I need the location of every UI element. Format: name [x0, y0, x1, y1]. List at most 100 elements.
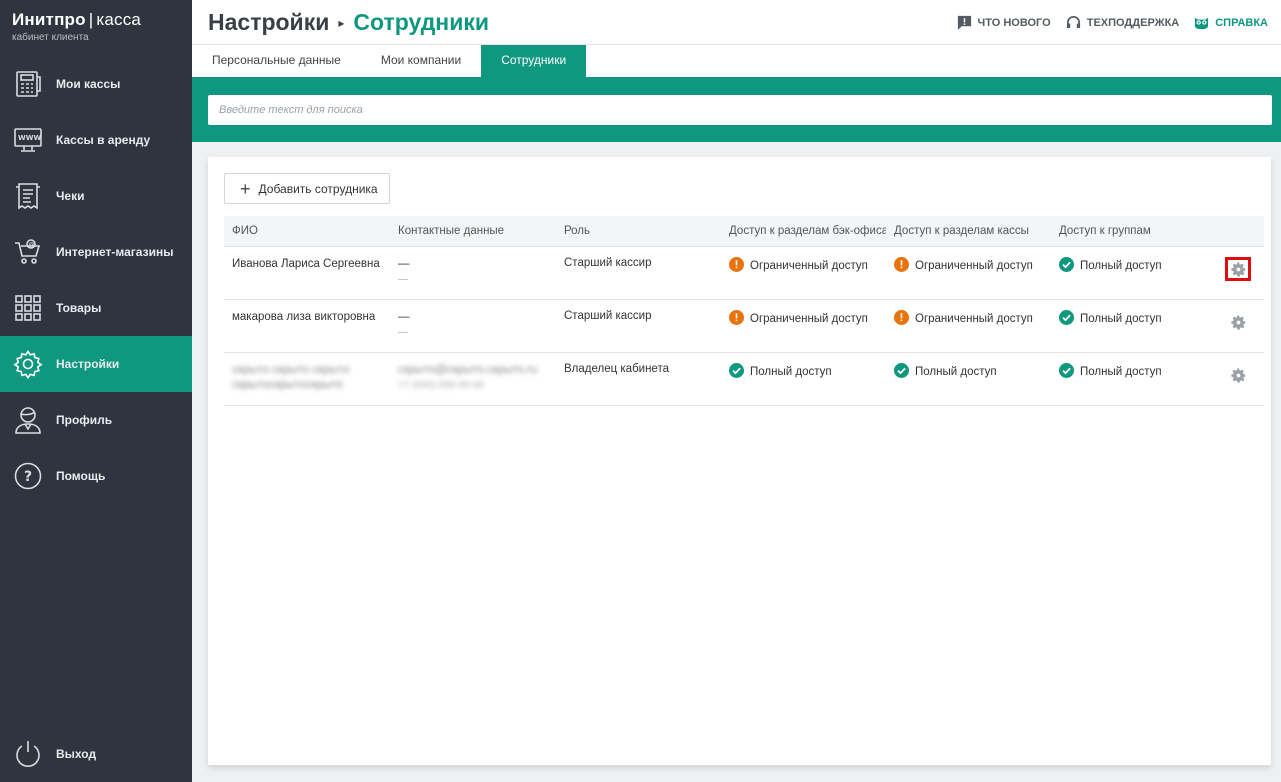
- www-monitor-icon: WWW: [12, 124, 44, 156]
- backoffice-access: Полный доступ: [721, 363, 886, 405]
- page-title: Сотрудники: [353, 9, 489, 35]
- breadcrumb: Настройки ▸ Сотрудники: [208, 9, 489, 36]
- question-icon: ?: [12, 460, 44, 492]
- warning-icon: [729, 310, 744, 325]
- grid-icon: [12, 292, 44, 324]
- employee-contact-secondary: —: [398, 327, 408, 338]
- sidebar-item-profile[interactable]: Профиль: [0, 392, 192, 448]
- brand[interactable]: Инитпро | касса кабинет клиента: [0, 0, 192, 56]
- svg-text:WWW: WWW: [18, 134, 41, 142]
- kassa-access: Ограниченный доступ: [886, 310, 1051, 352]
- gear-icon: [1230, 261, 1245, 277]
- sidebar-item-label: Кассы в аренду: [56, 133, 151, 147]
- employee-contact-secondary: —: [398, 274, 408, 285]
- support-label: ТЕХПОДДЕРЖКА: [1086, 16, 1180, 29]
- search-input[interactable]: [208, 95, 1272, 125]
- employee-role: Владелец кабинета: [564, 363, 669, 375]
- access-label: Полный доступ: [750, 366, 832, 378]
- header-groups-access: Доступ к группам: [1059, 225, 1151, 237]
- row-settings-button[interactable]: [1225, 363, 1251, 387]
- brand-product: касса: [96, 10, 142, 29]
- table-header: ФИО Контактные данные Роль Доступ к разд…: [224, 216, 1264, 247]
- kassa-access: Ограниченный доступ: [886, 257, 1051, 299]
- svg-text:?: ?: [24, 469, 32, 485]
- header-fio: ФИО: [232, 224, 258, 237]
- employee-contact-primary: —: [398, 258, 410, 270]
- table-row[interactable]: скрыто скрыто скрыто скрытоскрытоскрыто …: [224, 353, 1264, 406]
- access-label: Полный доступ: [1080, 313, 1162, 325]
- sidebar-item-label: Помощь: [56, 469, 106, 483]
- check-icon: [1059, 257, 1074, 272]
- employee-contacts: — —: [390, 257, 556, 299]
- header-kassa-access: Доступ к разделам кассы: [894, 225, 1029, 237]
- sidebar-item-label: Интернет-магазины: [56, 245, 174, 259]
- row-actions: [1211, 257, 1264, 299]
- access-label: Ограниченный доступ: [915, 313, 1033, 325]
- help-label: СПРАВКА: [1215, 16, 1268, 29]
- tab-my-companies[interactable]: Мои компании: [361, 45, 481, 77]
- table-row[interactable]: макарова лиза викторовна — — Старший кас…: [224, 300, 1264, 353]
- employee-name-line1: скрыто скрыто скрыто: [232, 364, 350, 376]
- sidebar-item-shops[interactable]: @ Интернет-магазины: [0, 224, 192, 280]
- access-label: Полный доступ: [1080, 260, 1162, 272]
- breadcrumb-arrow-icon: ▸: [338, 15, 345, 30]
- gear-icon: [1230, 314, 1245, 330]
- user-icon: [12, 404, 44, 436]
- header-links: ЧТО НОВОГО ТЕХПОДДЕРЖКА СПРАВКА: [956, 14, 1268, 31]
- row-settings-button[interactable]: [1225, 310, 1251, 334]
- brand-name: Инитпро: [12, 10, 86, 29]
- warning-icon: [729, 257, 744, 272]
- sidebar: Инитпро | касса кабинет клиента Мои кассы …: [0, 0, 192, 782]
- tab-personal-data[interactable]: Персональные данные: [192, 45, 361, 77]
- table-row[interactable]: Иванова Лариса Сергеевна — — Старший кас…: [224, 247, 1264, 300]
- breadcrumb-settings[interactable]: Настройки: [208, 9, 329, 36]
- sidebar-item-my-kassy[interactable]: Мои кассы: [0, 56, 192, 112]
- sidebar-item-label: Мои кассы: [56, 77, 121, 91]
- access-label: Полный доступ: [1080, 366, 1162, 378]
- sidebar-item-settings[interactable]: Настройки: [0, 336, 192, 392]
- header-contacts: Контактные данные: [398, 224, 505, 237]
- add-employee-button[interactable]: + Добавить сотрудника: [224, 173, 390, 204]
- help-link[interactable]: СПРАВКА: [1193, 14, 1268, 31]
- employee-role: Старший кассир: [564, 257, 652, 269]
- backoffice-access: Ограниченный доступ: [721, 257, 886, 299]
- warning-icon: [894, 310, 909, 325]
- sidebar-item-receipts[interactable]: Чеки: [0, 168, 192, 224]
- access-label: Ограниченный доступ: [750, 260, 868, 272]
- header-role: Роль: [564, 225, 591, 237]
- check-icon: [894, 363, 909, 378]
- sidebar-item-exit[interactable]: Выход: [0, 726, 192, 782]
- shopping-cart-icon: @: [12, 236, 44, 268]
- svg-text:@: @: [29, 242, 35, 249]
- kassa-access: Полный доступ: [886, 363, 1051, 405]
- sidebar-item-label: Выход: [56, 747, 97, 761]
- brand-subtitle: кабинет клиента: [12, 32, 89, 43]
- whats-new-link[interactable]: ЧТО НОВОГО: [956, 14, 1051, 31]
- sidebar-item-rent[interactable]: WWW Кассы в аренду: [0, 112, 192, 168]
- sidebar-item-help[interactable]: ? Помощь: [0, 448, 192, 504]
- row-settings-button[interactable]: [1225, 257, 1251, 281]
- employees-table: ФИО Контактные данные Роль Доступ к разд…: [224, 216, 1264, 406]
- sidebar-item-label: Товары: [56, 301, 102, 315]
- employee-contact-secondary: +7 (000) 000-00-00: [398, 380, 484, 391]
- gear-icon: [12, 348, 44, 380]
- employee-role: Старший кассир: [564, 310, 652, 322]
- employee-contact-primary: скрыто@скрыто.скрыто.ru: [398, 364, 538, 376]
- gear-icon: [1230, 367, 1245, 383]
- news-icon: [957, 15, 971, 31]
- sidebar-item-label: Чеки: [56, 189, 85, 203]
- backoffice-access: Ограниченный доступ: [721, 310, 886, 352]
- access-label: Ограниченный доступ: [915, 260, 1033, 272]
- support-link[interactable]: ТЕХПОДДЕРЖКА: [1065, 14, 1180, 31]
- access-label: Полный доступ: [915, 366, 997, 378]
- header: Настройки ▸ Сотрудники ЧТО НОВОГО ТЕХПОД…: [192, 0, 1281, 45]
- sidebar-item-goods[interactable]: Товары: [0, 280, 192, 336]
- check-icon: [1059, 310, 1074, 325]
- search-band: [192, 77, 1281, 142]
- access-label: Ограниченный доступ: [750, 313, 868, 325]
- row-actions: [1211, 310, 1264, 352]
- employee-name-line2: скрытоскрытоскрыто: [232, 379, 343, 391]
- tab-employees[interactable]: Сотрудники: [481, 45, 587, 77]
- employee-contact-primary: —: [398, 311, 410, 323]
- brand-title: Инитпро | касса: [12, 10, 180, 30]
